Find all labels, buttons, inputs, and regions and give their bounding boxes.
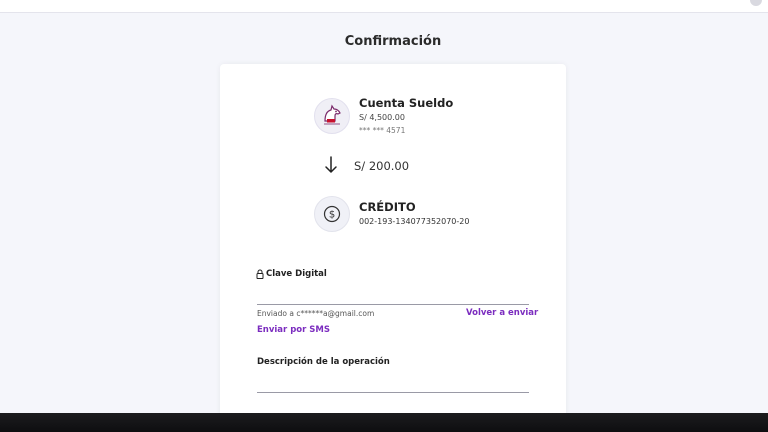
svg-text:$: $ — [329, 210, 335, 221]
clave-digital-label: Clave Digital — [266, 269, 327, 279]
description-input[interactable] — [257, 377, 529, 393]
destination-name: CRÉDITO — [359, 200, 416, 214]
source-account-balance: S/ 4,500.00 — [359, 113, 405, 122]
top-bar — [0, 0, 768, 13]
description-label: Descripción de la operación — [257, 357, 390, 367]
transfer-amount: S/ 200.00 — [354, 159, 410, 173]
bottom-bar — [0, 413, 768, 432]
page-title: Confirmación — [344, 34, 442, 49]
resend-button[interactable]: Volver a enviar — [466, 308, 538, 318]
arrow-down-icon — [325, 156, 337, 173]
destination-number: 002-193-134077352070-20 — [359, 217, 470, 226]
source-account-name: Cuenta Sueldo — [359, 96, 454, 110]
profile-icon[interactable] — [750, 0, 762, 6]
lock-icon — [256, 269, 264, 279]
clave-digital-input[interactable] — [257, 289, 529, 305]
confirmation-card: Cuenta Sueldo S/ 4,500.00 *** *** 4571 S… — [220, 64, 566, 424]
llama-avatar-icon — [314, 98, 350, 134]
send-sms-button[interactable]: Enviar por SMS — [257, 325, 330, 335]
source-account-number: *** *** 4571 — [359, 126, 406, 135]
sent-to-text: Enviado a c******a@gmail.com — [257, 309, 375, 318]
dollar-circle-icon: $ — [314, 196, 350, 232]
